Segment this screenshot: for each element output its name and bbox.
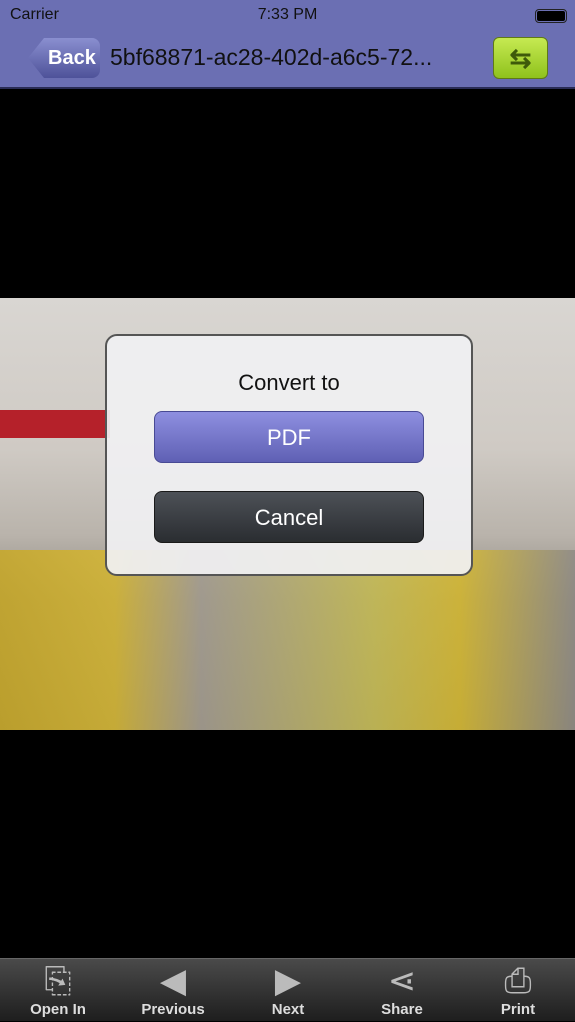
open-in-label: Open In (30, 1001, 86, 1018)
dialog-title: Convert to (238, 370, 340, 395)
back-button[interactable]: Back (28, 38, 100, 78)
share-button[interactable]: ⋖ Share (352, 959, 452, 1022)
bottom-toolbar: ⎘ Open In ◀ Previous ▶ Next ⋖ Share ⎙ Print (0, 958, 575, 1021)
status-bar: Carrier 7:33 PM (0, 6, 575, 26)
page-title: 5bf68871-ac28-402d-a6c5-72... (110, 44, 433, 70)
next-icon: ▶ (274, 962, 302, 1000)
photo-people (0, 550, 575, 730)
navigation-bar: Carrier 7:33 PM Back 5bf68871-ac28-402d-… (0, 0, 575, 89)
print-button[interactable]: ⎙ Print (468, 959, 568, 1022)
open-in-button[interactable]: ⎘ Open In (8, 959, 108, 1022)
next-button[interactable]: ▶ Next (238, 959, 338, 1022)
previous-icon: ◀ (159, 962, 187, 1000)
previous-label: Previous (141, 1001, 205, 1018)
clock: 7:33 PM (257, 6, 318, 23)
next-label: Next (271, 1001, 305, 1018)
share-icon: ⋖ (387, 962, 417, 1000)
print-icon: ⎙ (504, 962, 532, 1000)
open-in-icon: ⎘ (44, 962, 72, 1000)
pdf-button[interactable]: PDF (154, 411, 424, 463)
convert-dialog: Convert to PDF Cancel (105, 334, 473, 576)
swap-arrows-icon: ⇆ (509, 43, 532, 73)
cancel-button[interactable]: Cancel (154, 491, 424, 543)
share-label: Share (381, 1001, 423, 1018)
previous-button[interactable]: ◀ Previous (123, 959, 223, 1022)
swap-button[interactable]: ⇆ (493, 37, 548, 79)
banner (0, 410, 110, 438)
battery-icon (535, 9, 567, 23)
print-label: Print (500, 1001, 536, 1018)
